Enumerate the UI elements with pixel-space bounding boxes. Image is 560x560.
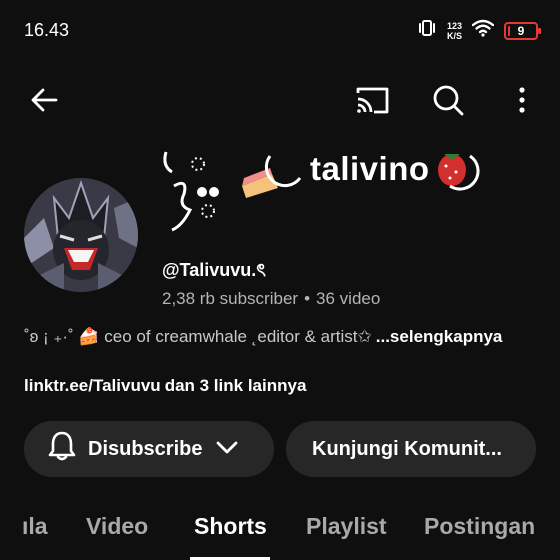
channel-stats: 2,38 rb subscriber • 36 video xyxy=(162,289,380,309)
chevron-down-icon xyxy=(216,438,238,461)
description-text: ˚ʚ ¡ ₊·˚ 🍰 ceo of creamwhale ˛editor & a… xyxy=(24,327,372,346)
tab-beranda[interactable]: ıla xyxy=(22,513,48,540)
vibrate-icon xyxy=(417,18,437,43)
channel-handle: @Talivuvu.ৎ xyxy=(162,260,266,280)
more-vert-icon[interactable] xyxy=(500,78,544,122)
search-icon[interactable] xyxy=(426,78,470,122)
bell-icon xyxy=(48,430,76,468)
visit-community-label: Kunjungi Komunit... xyxy=(312,437,502,460)
channel-tabs: ıla Video Shorts Playlist Postingan xyxy=(0,505,560,560)
subscribed-button[interactable]: Disubscribe xyxy=(24,421,274,477)
channel-name: talivino xyxy=(310,150,430,187)
stats-separator: • xyxy=(304,289,311,308)
channel-links[interactable]: linktr.ee/Talivuvu dan 3 link lainnya xyxy=(24,376,306,396)
visit-community-button[interactable]: Kunjungi Komunit... xyxy=(286,421,536,477)
battery-icon: 9 xyxy=(504,21,541,40)
status-time: 16.43 xyxy=(24,20,70,40)
status-bar: 16.43 123 K/S 9 xyxy=(0,0,560,60)
video-count: 36 video xyxy=(316,289,381,308)
wifi-icon xyxy=(471,19,495,42)
battery-text: 9 xyxy=(517,23,525,38)
channel-avatar[interactable] xyxy=(24,178,138,292)
link-url[interactable]: linktr.ee/Talivuvu xyxy=(24,376,161,395)
tab-playlist[interactable]: Playlist xyxy=(306,513,387,540)
subscriber-count: 2,38 rb subscriber xyxy=(162,289,299,308)
tab-video[interactable]: Video xyxy=(86,513,148,540)
battery-level xyxy=(508,25,511,36)
back-arrow-icon[interactable] xyxy=(22,78,66,122)
network-speed-value: 123 xyxy=(446,20,462,31)
network-speed-unit: K/S xyxy=(446,30,462,41)
app-bar xyxy=(0,74,560,126)
channel-description[interactable]: ˚ʚ ¡ ₊·˚ 🍰 ceo of creamwhale ˛editor & a… xyxy=(24,327,544,347)
subscribed-label: Disubscribe xyxy=(88,437,203,460)
tab-postingan[interactable]: Postingan xyxy=(424,513,535,540)
network-speed: 123 K/S xyxy=(447,21,462,41)
status-icons: 123 K/S 9 xyxy=(417,18,541,43)
cast-icon[interactable] xyxy=(350,78,394,122)
tab-shorts[interactable]: Shorts xyxy=(194,513,267,540)
more-links[interactable]: dan 3 link lainnya xyxy=(165,376,307,395)
show-more-link[interactable]: ...selengkapnya xyxy=(376,327,503,346)
